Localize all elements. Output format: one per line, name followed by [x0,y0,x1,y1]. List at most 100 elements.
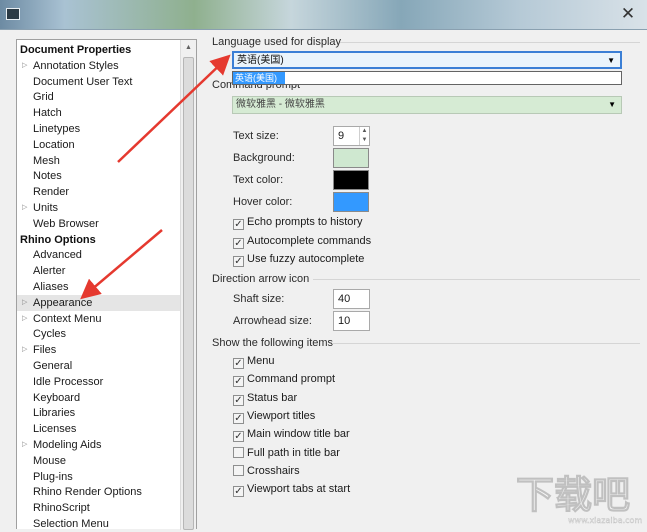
tree-item[interactable]: RhinoScript [17,500,181,516]
text-size-value: 9 [338,130,345,142]
tree-section-header[interactable]: Document Properties [17,42,181,58]
tree-item[interactable]: Libraries [17,405,181,421]
tree-item[interactable]: Selection Menu [17,516,181,532]
checkbox-row[interactable]: ✓ Autocomplete commands [233,234,371,249]
checkbox-checked-icon[interactable]: ✓ [233,486,244,498]
checkbox-row[interactable]: ✓ Echo prompts to history [233,215,363,230]
expand-arrow-icon[interactable]: ▷ [22,311,30,327]
checkbox-checked-icon[interactable]: ✓ [233,256,244,267]
expand-arrow-icon[interactable]: ▷ [22,437,30,453]
shaft-size-label: Shaft size: [233,293,285,305]
checkbox-checked-icon[interactable]: ✓ [233,237,244,249]
tree-item[interactable]: ▷ Modeling Aids [17,437,181,453]
tree-item-label: Location [33,138,75,151]
tree-scrollbar[interactable]: ▲ [180,40,196,530]
language-select[interactable]: 英语(美国) ▼ [232,51,622,69]
checkbox-checked-icon[interactable]: ✓ [233,431,244,443]
tree-item-label: Aliases [33,281,69,293]
show-items-group-label: Show the following items [212,337,334,349]
scroll-up-icon[interactable]: ▲ [181,40,196,56]
arrowhead-size-label: Arrowhead size: [233,315,312,327]
tree-item[interactable]: Aliases [17,279,181,295]
tree-item-label: Rhino Render Options [33,486,142,499]
checkbox-row[interactable]: Full path in title bar [233,446,340,461]
close-button[interactable]: ✕ [617,4,639,24]
checkbox-row[interactable]: ✓ Menu [233,354,275,369]
tree-item[interactable]: Advanced [17,247,181,263]
expand-arrow-icon[interactable]: ▷ [22,58,30,74]
arrowhead-size-input[interactable]: 10 [333,311,370,331]
text-color-swatch[interactable] [333,170,369,190]
tree-item[interactable]: General [17,358,181,374]
tree-item-label: Notes [33,170,62,183]
tree-item-label: Units [33,202,59,214]
tree-item-label: Document User Text [33,75,133,88]
chevron-down-icon[interactable]: ▼ [360,136,369,145]
language-dropdown-list[interactable]: 英语(美国) [232,71,622,85]
tree-item[interactable]: Keyboard [17,390,181,406]
tree-item[interactable]: Idle Processor [17,374,181,390]
options-tree[interactable]: Document Properties ▷ Annotation Styles Doc… [16,39,197,532]
chevron-up-icon[interactable]: ▲ [360,127,369,136]
tree-item[interactable]: Plug-ins [17,469,181,485]
expand-arrow-icon[interactable]: ▷ [22,200,30,216]
chevron-down-icon[interactable]: ▼ [607,53,615,69]
tree-item[interactable]: ▷ Context Menu [17,311,181,327]
tree-item[interactable]: Grid [17,89,181,105]
text-size-stepper[interactable]: 9 ▲ ▼ [333,126,370,146]
expand-arrow-icon[interactable]: ▷ [22,342,30,358]
tree-item[interactable]: Document User Text [17,74,181,90]
expand-arrow-icon[interactable]: ▷ [22,295,30,311]
checkbox-unchecked-icon[interactable] [233,446,244,458]
tree-item[interactable]: ▷ Annotation Styles [17,58,181,74]
checkbox-row[interactable]: ✓ Viewport titles [233,409,315,424]
checkbox-label: Command prompt [247,373,336,386]
text-size-label: Text size: [233,130,279,142]
tree-item[interactable]: Location [17,137,181,153]
chevron-down-icon[interactable]: ▼ [608,97,616,113]
tree-item[interactable]: Rhino Render Options [17,484,181,500]
checkbox-row[interactable]: ✓ Status bar [233,391,297,406]
tree-item[interactable]: Alerter [17,263,181,279]
checkbox-row[interactable]: ✓ Viewport tabs at start [233,482,350,498]
tree-item[interactable]: ▷ Files [17,342,181,358]
tree-item[interactable]: Hatch [17,105,181,121]
scroll-thumb[interactable] [183,57,194,530]
tree-item-label: Cycles [33,328,67,341]
language-option[interactable]: 英语(美国) [233,72,285,84]
tree-item[interactable]: Mesh [17,153,181,169]
checkbox-row[interactable]: Crosshairs [233,464,300,479]
language-group-label: Language used for display [212,36,342,48]
checkbox-checked-icon[interactable]: ✓ [233,358,244,369]
tree-item[interactable]: Notes [17,168,181,184]
tree-item[interactable]: Web Browser [17,216,181,232]
prompt-font-select[interactable]: 微软雅黑 - 微软雅黑 ▼ [232,96,622,114]
tree-item[interactable]: Linetypes [17,121,181,137]
tree-item[interactable]: ▷ Appearance [17,294,181,311]
stepper-buttons[interactable]: ▲ ▼ [359,127,369,145]
checkbox-checked-icon[interactable]: ✓ [233,394,244,406]
tree-item[interactable]: Licenses [17,421,181,437]
checkbox-unchecked-icon[interactable] [233,464,244,476]
checkbox-checked-icon[interactable]: ✓ [233,412,244,424]
tree-item-label: Plug-ins [33,470,73,483]
tree-item[interactable]: Render [17,184,181,200]
tree-section-header[interactable]: Rhino Options [17,232,181,248]
checkbox-label: Autocomplete commands [247,234,372,247]
checkbox-label: Echo prompts to history [247,216,363,228]
checkbox-label: Main window title bar [247,428,350,441]
checkbox-checked-icon[interactable]: ✓ [233,376,244,388]
checkbox-row[interactable]: ✓ Command prompt [233,372,336,388]
tree-item[interactable]: Mouse [17,453,181,469]
hover-color-swatch[interactable] [333,192,369,212]
background-color-swatch[interactable] [333,148,369,168]
tree-item[interactable]: ▷ Units [17,200,181,216]
divider [332,343,640,344]
checkbox-checked-icon[interactable]: ✓ [233,219,244,230]
tree-item[interactable]: Cycles [17,326,181,342]
checkbox-row[interactable]: ✓ Use fuzzy autocomplete [233,252,364,267]
tree-item-label: Libraries [33,407,76,420]
shaft-size-input[interactable]: 40 [333,289,370,309]
background-label: Background: [233,152,295,164]
checkbox-row[interactable]: ✓ Main window title bar [233,427,350,443]
